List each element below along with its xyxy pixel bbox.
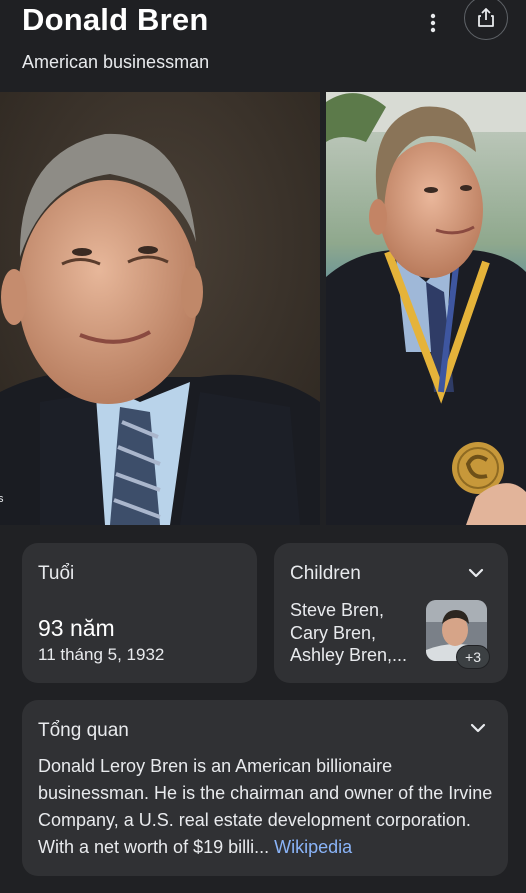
entity-subtitle: American businessman: [22, 52, 210, 72]
children-card[interactable]: Children Steve Bren, Cary Bren, Ashley B…: [274, 543, 508, 683]
overview-card[interactable]: Tổng quan Donald Leroy Bren is an Americ…: [22, 700, 508, 876]
children-card-label: Children: [290, 563, 361, 584]
more-options-button[interactable]: [418, 10, 448, 36]
svg-text:s: s: [0, 493, 4, 505]
child-name[interactable]: Steve Bren,: [290, 599, 420, 622]
portrait-photo-left[interactable]: s: [0, 92, 320, 525]
share-icon: [478, 8, 494, 27]
overview-card-label: Tổng quan: [38, 720, 129, 741]
birth-date: 11 tháng 5, 1932: [38, 645, 165, 664]
child-name[interactable]: Ashley Bren,...: [290, 644, 420, 667]
share-button[interactable]: [464, 0, 508, 40]
child-name[interactable]: Cary Bren,: [290, 622, 420, 645]
more-children-badge[interactable]: +3: [456, 645, 490, 669]
wikipedia-link[interactable]: Wikipedia: [274, 837, 352, 857]
chevron-down-icon[interactable]: [466, 563, 486, 583]
overview-description: Donald Leroy Bren is an American billion…: [38, 753, 498, 861]
portrait-photo-right[interactable]: [326, 92, 526, 525]
knowledge-panel-header: Donald Bren American businessman: [0, 0, 526, 92]
chevron-down-icon[interactable]: [468, 718, 488, 738]
age-value: 93 năm: [38, 615, 115, 641]
age-card-label: Tuổi: [38, 563, 75, 584]
age-card[interactable]: Tuổi 93 năm 11 tháng 5, 1932: [22, 543, 257, 683]
more-vert-icon: [430, 13, 436, 33]
children-list: Steve Bren, Cary Bren, Ashley Bren,...: [290, 599, 420, 667]
overview-text: Donald Leroy Bren is an American billion…: [38, 756, 493, 857]
entity-title: Donald Bren: [22, 2, 209, 37]
